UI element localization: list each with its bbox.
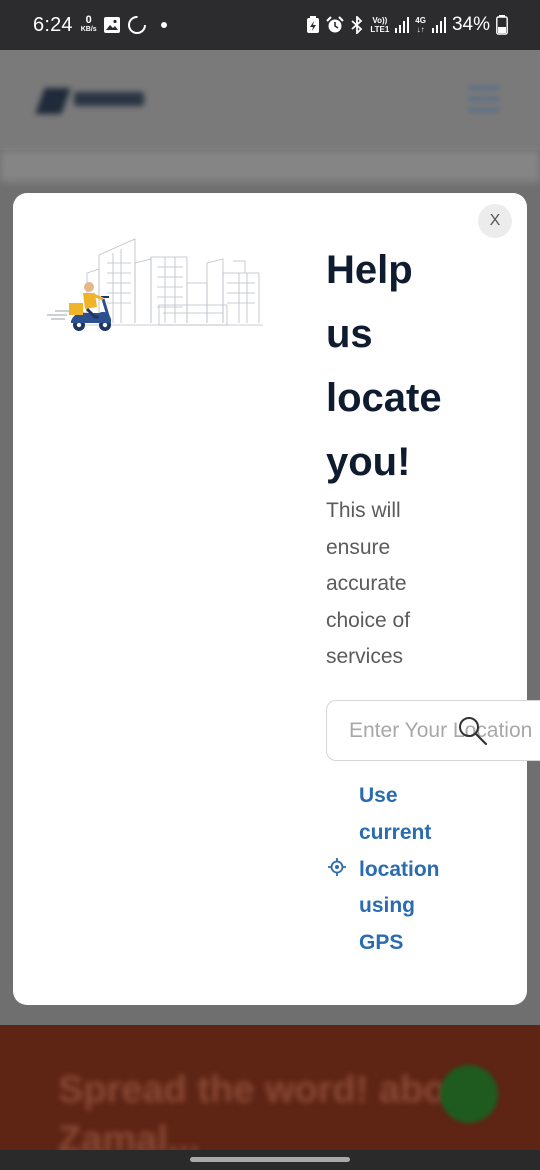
delivery-scooter-illustration (47, 233, 263, 337)
subtext-line: services (326, 645, 404, 669)
gps-line: location (359, 857, 440, 881)
volte-label-top: Vo)) (372, 16, 388, 25)
screen: 6:24 0 KB/s Vo)) LTE1 4G ↓↑ 34% Spread t… (0, 0, 540, 1170)
background-banner: Spread the word! about Zamal... (0, 1025, 540, 1150)
search-icon[interactable] (457, 715, 489, 747)
heading-line: you! (326, 440, 411, 484)
brand-logo (35, 84, 150, 114)
modal-heading: Help us locate you! (326, 238, 516, 494)
loading-icon (127, 15, 147, 35)
signal-icon (395, 17, 410, 33)
gps-line: GPS (359, 931, 404, 955)
gps-line: current (359, 820, 432, 844)
modal-subtext: This will ensure accurate choice of serv… (326, 493, 456, 676)
system-nav-bar (0, 1150, 540, 1170)
whatsapp-icon (440, 1065, 498, 1123)
heading-line: locate (326, 376, 442, 420)
background-header (0, 50, 540, 150)
heading-line: us (326, 312, 373, 356)
gps-target-icon (328, 858, 346, 876)
subtext-line: This will (326, 499, 401, 522)
use-gps-link[interactable]: Use current location using GPS (326, 778, 526, 968)
heading-line: Help (326, 248, 413, 292)
status-left: 6:24 0 KB/s (33, 14, 167, 37)
network-speed: 0 KB/s (80, 14, 97, 34)
home-gesture-handle[interactable] (190, 1157, 350, 1162)
volte-label-bottom: LTE1 (370, 25, 390, 34)
background-strip (0, 150, 540, 182)
network-speed-value: 0 (85, 14, 92, 26)
locate-modal: X Help us locate you! This will ensure a… (13, 193, 540, 1005)
network-type: 4G ↓↑ (415, 16, 426, 34)
subtext-line: accurate (326, 572, 407, 596)
subtext-line: choice of (326, 608, 411, 632)
gps-link-text: Use current location using GPS (359, 778, 479, 962)
gps-line: using (359, 894, 415, 918)
hamburger-menu-icon (468, 86, 500, 114)
subtext-line: ensure (326, 535, 391, 559)
location-search-box (326, 700, 540, 761)
status-right: Vo)) LTE1 4G ↓↑ 34% (306, 14, 508, 36)
signal-icon (431, 17, 446, 33)
gallery-icon (103, 16, 121, 34)
battery-percent: 34% (451, 14, 490, 35)
gps-line: Use (359, 784, 398, 807)
battery-icon (496, 15, 508, 35)
dot-icon (160, 22, 167, 28)
alarm-icon (326, 16, 345, 34)
status-bar: 6:24 0 KB/s Vo)) LTE1 4G ↓↑ 34% (0, 0, 540, 50)
network-speed-unit: KB/s (80, 26, 97, 33)
location-search-input[interactable] (327, 701, 540, 760)
volte-label: Vo)) LTE1 (370, 16, 389, 34)
battery-saver-icon (306, 16, 320, 34)
bluetooth-icon (350, 16, 364, 34)
clock: 6:24 (33, 13, 73, 36)
network-type-label: 4G (415, 16, 426, 25)
close-button[interactable]: X (478, 204, 512, 238)
data-arrows-icon: ↓↑ (416, 25, 425, 34)
